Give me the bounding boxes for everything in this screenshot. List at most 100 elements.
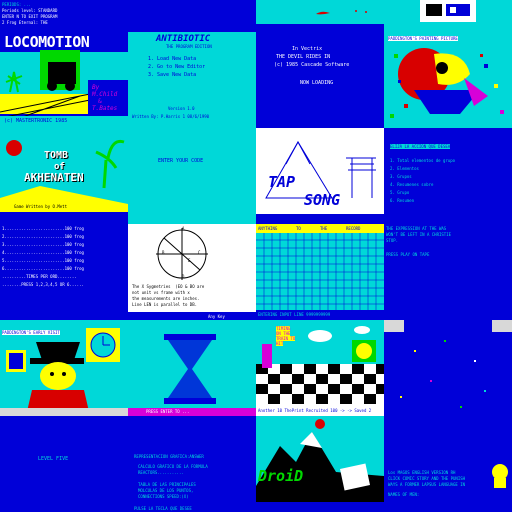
prompt-text: ........PRESS 1,2,3,4,5 OR 6...... (2, 282, 84, 287)
tile-tapsong: TAP SONG (256, 128, 384, 224)
program-title: ANTIBIOTIC (156, 34, 211, 44)
menu-line: REACTORS........... (138, 470, 184, 475)
text-line: THE DEVIL RIDES IN (276, 54, 331, 60)
point-label: A (182, 226, 185, 231)
credit-line: & (98, 98, 102, 105)
text-line: 2 Frog Eternal: THE (2, 20, 48, 25)
title-line: TOMB (44, 150, 69, 161)
column-header: TO (296, 226, 301, 231)
tile-starfield (384, 320, 512, 416)
any-key-prompt[interactable]: Any Key (208, 314, 225, 319)
tile-locomotion: LOCOMOTION By M.Child & T.Bates (c) MAST… (0, 32, 128, 128)
credit-line: Game Written by O.Mett (14, 204, 67, 209)
tile-tomb-of-akhenaten: TOMB of AKHENATEN Game Written by O.Mett (0, 128, 128, 224)
table-row: 1.........................100 frog (2, 226, 84, 231)
status-line: Another 10 ThePrint Recruited 100 -> -> … (258, 408, 372, 413)
title-part: SONG (304, 191, 341, 209)
text-line: WON'T BE LEFT IN A CHRISTIE (386, 232, 452, 237)
point-label: D (182, 274, 185, 279)
text-line: THE EXPRESSION AT THE WAS (386, 226, 447, 231)
program-subtitle: THE PROGRAM EDITION (166, 44, 212, 49)
credit-line: By (92, 84, 100, 91)
tile-spanish-menu: ELIJA LA ACCION QUE DESEA 1. Total eleme… (384, 128, 512, 224)
menu-option[interactable]: 6. Resumen (390, 198, 414, 203)
title-part: TAP (268, 173, 296, 191)
tile-devil-rides-in: In Vectrix THE DEVIL RIDES IN (c) 1985 C… (256, 24, 384, 128)
menu-option[interactable]: 4. Resumenes sobre (390, 182, 433, 187)
menu-option[interactable]: 5. Grupo (390, 190, 409, 195)
text-line: ENTER N TO EXIT PROGRAM (2, 14, 58, 19)
tile-1-0 (128, 0, 256, 32)
menu-line[interactable]: CALCULO GRAFICO DE LA FORMULA (138, 464, 208, 469)
tile-droid: DroiD (256, 416, 384, 512)
text-line: WAYS A FORMER LAPSUS LANGUAGE IN (388, 482, 466, 487)
tile-level-five: LEVEL FIVE (0, 416, 128, 512)
text-line: CLICK COMIC STORY AND THE PUNISH (388, 476, 466, 481)
table-row: 3.........................100 frog (2, 242, 84, 247)
caption-line: Line LEN is parallel to DB. (132, 302, 198, 307)
menu-item[interactable]: 2. Go to New Editor (148, 64, 205, 70)
status-line: ENTERING INPUT LINE 9999999999 (258, 312, 331, 317)
tile-representacion: REPRESENTACION GRAFICA:ANSWER CALCULO GR… (128, 416, 256, 512)
table-row: 2.........................100 frog (2, 234, 84, 239)
caption-line: The X Sygmetries (EO & BO are (132, 284, 205, 289)
menu-line: REPRESENTACION GRAFICA:ANSWER (134, 454, 204, 459)
credit-line: T.Bates (92, 105, 118, 112)
menu-line[interactable]: TABLA DE LAS PRINCIPALES (138, 482, 196, 487)
prompt-text: PULSE LA TECLA QUE DESEE (134, 506, 192, 511)
tile-hourglass: PRESS ENTER TO ... (128, 320, 256, 416)
tile-press-play: THE EXPRESSION AT THE WAS WON'T BE LEFT … (384, 224, 512, 320)
text-line: NAMES OF MEN: (388, 492, 420, 497)
author-text: Written By: P.Harris 1 08/6/1990 (132, 114, 210, 119)
menu-option[interactable]: 2. Elementos (390, 166, 419, 171)
copyright-footer: (c) MASTERTRONIC 1985 (4, 118, 68, 124)
tile-3-0 (384, 0, 512, 24)
play-prompt: PRESS PLAY ON TAPE (386, 252, 430, 257)
text-line: Los MAGOS ENGLISH VERSION RH (388, 470, 456, 475)
tile-0-0: PERIODS: ... Periods level: STANDARD ENT… (0, 0, 128, 32)
column-header: THE (320, 226, 328, 231)
tile-chessboard: TIMING ON THE TRAIN TO HIT Another 10 Th… (256, 320, 384, 416)
title-line: AKHENATEN (24, 171, 84, 184)
point-label: E (188, 258, 191, 263)
text-line: STOP. (386, 238, 399, 243)
footer-text: PRESS ENTER TO ... (146, 409, 190, 414)
loading-text: NOW LOADING (300, 80, 334, 86)
text-line: (c) 1985 Cascade Software (274, 62, 350, 68)
tile-geometry: A B C D E The X Sygmetries (EO & BO are … (128, 224, 256, 320)
table-row: 6.........................100 frog (2, 266, 84, 271)
point-label: C (198, 250, 201, 255)
version-text: Version 1.0 (168, 106, 195, 111)
menu-line: MOLCULAS DE LOS PUNTOS, (138, 488, 194, 493)
table-row: 5.........................100 frog (2, 258, 84, 263)
menu-item[interactable]: 1. Load New Data (148, 56, 196, 62)
menu-line: CONNECTIONS SPEED:(X) (138, 494, 189, 499)
text-line: PERIODS: ... (2, 2, 31, 7)
caption-line: not unit vs frame with x (132, 290, 190, 295)
tile-magos: Los MAGOS ENGLISH VERSION RH CLICK COMIC… (384, 416, 512, 512)
level-text: LEVEL FIVE (38, 456, 69, 462)
prompt-text: ENTER YOUR CODE (158, 158, 204, 164)
credit-line: M.Child (92, 91, 118, 98)
column-header: RECORD (346, 226, 361, 231)
tile-enter-code: ENTER YOUR CODE (128, 128, 256, 224)
screenshot-grid: PERIODS: ... Periods level: STANDARD ENT… (0, 0, 512, 512)
sign-line: HIT (276, 341, 284, 346)
column-header: ANYTHING (258, 226, 278, 231)
caption-line: the measurements are inches. (132, 296, 200, 301)
table-row: 4.........................100 frog (2, 250, 84, 255)
screen-header: PADDINGTON'S PAINTING PICTURE (388, 36, 458, 41)
tile-paddington-visit: PADDINGTON'S EARLY VISIT (0, 320, 128, 416)
menu-option[interactable]: 3. Grupos (390, 174, 412, 179)
tile-score-table: 1.........................100 frog 2....… (0, 224, 128, 320)
game-title: LOCOMOTION (4, 33, 90, 51)
table-row: ..........TIMES PER ORD........ (2, 274, 77, 279)
screen-header: PADDINGTON'S EARLY VISIT (2, 330, 60, 335)
menu-item[interactable]: 3. Save New Data (148, 72, 196, 78)
point-label: B (162, 250, 165, 255)
tile-paddington-painting: PADDINGTON'S PAINTING PICTURE (384, 24, 512, 128)
text-line: In Vectrix (292, 46, 323, 52)
menu-option[interactable]: 1. Total elementos de grupo (390, 158, 455, 163)
text-line: Periods level: STANDARD (2, 8, 58, 13)
tile-grid-sheet: ANYTHING TO THE RECORD ENTERING INPUT LI… (256, 224, 384, 320)
